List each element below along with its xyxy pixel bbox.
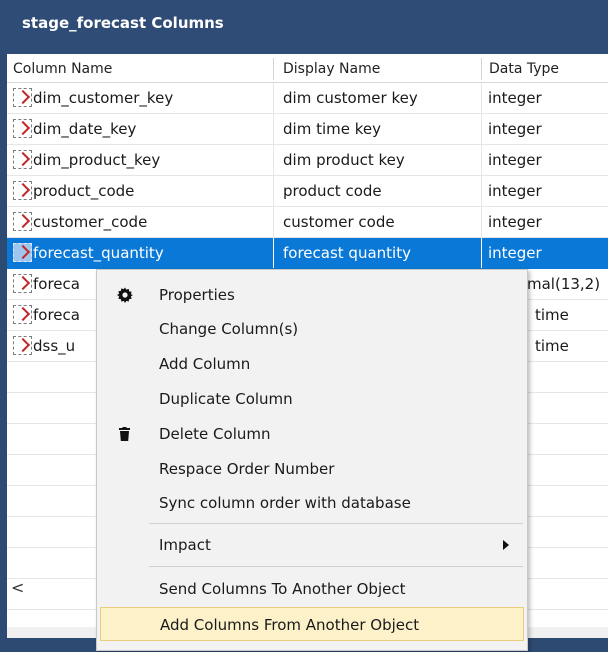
data-type-text: integer [488,182,542,200]
scroll-left-arrow[interactable]: < [11,578,24,597]
data-type-text: mal(13,2) [527,275,601,293]
title-bar: stage_forecast Columns [0,0,608,54]
cell-column-name: dim_product_key [13,145,271,175]
column-name-text: dim_date_key [33,120,137,138]
menu-item-sync-column-order-with-database[interactable]: Sync column order with database [97,486,527,520]
data-type-text: integer [488,244,542,262]
cell-column-name: dim_date_key [13,114,271,144]
cell-data-type: integer [488,145,608,175]
data-type-text: integer [488,89,542,107]
cell-data-type: integer [488,207,608,237]
cell-display-name: dim customer key [283,89,418,107]
column-divider [273,176,274,206]
cell-data-type: time [535,331,608,361]
submenu-arrow-icon [503,540,509,550]
cell-data-type: time [535,300,608,330]
window-title: stage_forecast Columns [22,14,224,32]
column-name-text: dim_product_key [33,151,161,169]
header-column-name[interactable]: Column Name [7,54,273,82]
cell-column-name: forecast_quantity [13,238,271,268]
cell-data-type: integer [488,83,608,113]
menu-item-label: Add Columns From Another Object [160,616,420,634]
table-row[interactable]: dim_product_key dim product key integer [7,145,608,176]
column-icon [13,181,32,200]
menu-item-add-columns-from-another-object[interactable]: Add Columns From Another Object [100,607,524,641]
header-divider[interactable] [273,58,274,80]
menu-item-label: Duplicate Column [159,390,293,408]
cell-data-type: integer [488,238,608,268]
header-data-type[interactable]: Data Type [483,54,608,82]
column-name-text: foreca [33,275,80,293]
column-name-text: product_code [33,182,135,200]
column-name-text: forecast_quantity [33,244,164,262]
table-row[interactable]: product_code product code integer [7,176,608,207]
table-row[interactable]: dim_customer_key dim customer key integer [7,83,608,114]
column-icon [13,336,32,355]
cell-data-type: integer [488,114,608,144]
column-icon [13,212,32,231]
table-row[interactable]: forecast_quantity forecast quantity intege… [7,238,608,269]
menu-item-label: Change Column(s) [159,320,299,338]
data-type-text: integer [488,151,542,169]
menu-item-change-column-s[interactable]: Change Column(s) [97,312,527,346]
menu-item-label: Properties [159,286,235,304]
cell-display-name: customer code [283,213,395,231]
header-display-name[interactable]: Display Name [277,54,479,82]
menu-item-label: Delete Column [159,425,271,443]
trash-icon [115,417,135,451]
menu-item-label: Add Column [159,355,251,373]
cell-data-type: integer [488,176,608,206]
cell-column-name: product_code [13,176,271,206]
column-divider [273,207,274,237]
context-menu: Properties Change Column(s) Add Column Dupl… [96,269,528,651]
data-type-text: integer [488,120,542,138]
data-type-text: time [535,306,569,324]
column-name-text: foreca [33,306,80,324]
cell-display-name: product code [283,182,382,200]
data-type-text: time [535,337,569,355]
menu-item-label: Respace Order Number [159,460,335,478]
menu-separator [149,566,523,567]
menu-item-add-column[interactable]: Add Column [97,347,527,381]
column-divider [273,114,274,144]
column-icon [13,150,32,169]
menu-item-delete-column[interactable]: Delete Column [97,417,527,451]
column-icon [13,119,32,138]
cell-column-name: customer_code [13,207,271,237]
cell-display-name: dim time key [283,120,381,138]
cell-display-name: forecast quantity [283,244,411,262]
menu-item-duplicate-column[interactable]: Duplicate Column [97,382,527,416]
table-header: Column Name Display Name Data Type [7,54,608,83]
column-name-text: dss_u [33,337,76,355]
cell-column-name: dim_customer_key [13,83,271,113]
column-divider [273,83,274,113]
menu-separator [149,523,523,524]
menu-item-impact[interactable]: Impact [97,528,527,562]
column-divider [273,238,274,268]
column-name-text: dim_customer_key [33,89,174,107]
column-icon [13,274,32,293]
menu-item-label: Sync column order with database [159,494,411,512]
column-name-text: customer_code [33,213,148,231]
data-type-text: integer [488,213,542,231]
menu-item-label: Impact [159,536,211,554]
menu-item-send-columns-to-another-object[interactable]: Send Columns To Another Object [97,572,527,606]
menu-item-respace-order-number[interactable]: Respace Order Number [97,452,527,486]
column-icon [13,243,32,262]
column-icon [13,305,32,324]
cell-data-type: mal(13,2) [527,269,608,299]
table-row[interactable]: customer_code customer code integer [7,207,608,238]
menu-item-label: Send Columns To Another Object [159,580,406,598]
header-divider[interactable] [481,58,482,80]
column-icon [13,88,32,107]
menu-item-properties[interactable]: Properties [97,278,527,312]
gear-icon [115,278,135,312]
cell-display-name: dim product key [283,151,405,169]
table-row[interactable]: dim_date_key dim time key integer [7,114,608,145]
column-divider [273,145,274,175]
